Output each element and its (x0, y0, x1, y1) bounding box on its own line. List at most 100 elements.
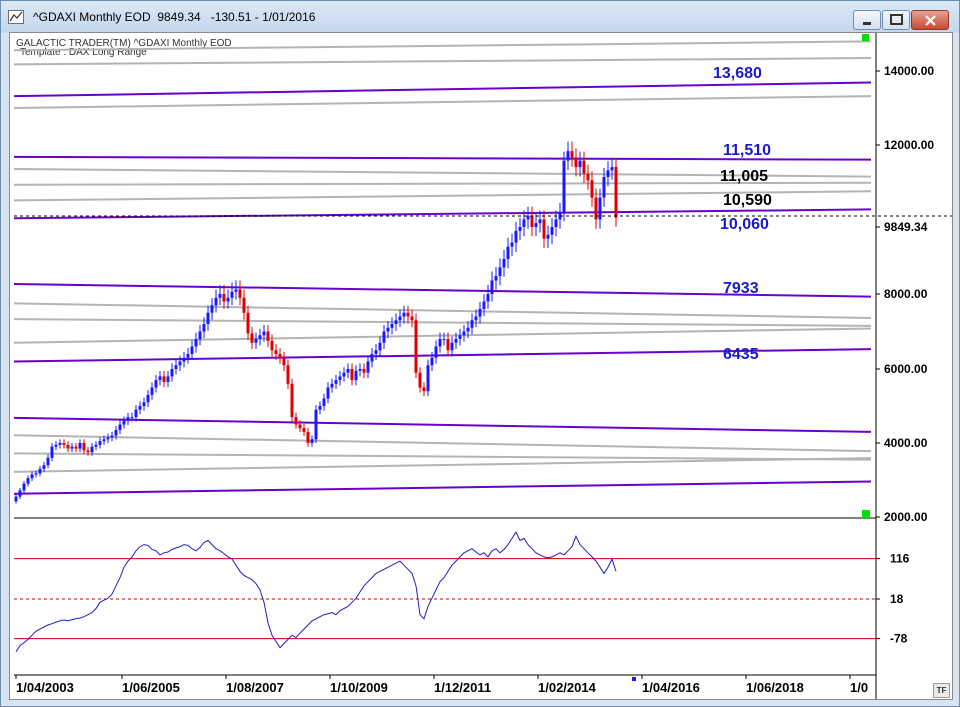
candle-body (174, 365, 178, 369)
candle-body (94, 444, 98, 447)
price-tick-label: 14000.00 (884, 64, 934, 78)
price-tick-label: 8000.00 (884, 287, 928, 301)
bottom-marker (862, 510, 870, 518)
candle-body (178, 361, 182, 366)
candle-body (402, 312, 406, 317)
candle-body (510, 242, 514, 247)
chart-canvas[interactable]: GALACTIC TRADER(TM) ^GDAXI Monthly EOD T… (10, 33, 955, 699)
candle-body (206, 312, 210, 324)
time-tick-label: 1/08/2007 (226, 680, 284, 695)
maximize-button[interactable] (882, 10, 910, 30)
candle-body (614, 167, 618, 218)
candle-body (262, 331, 266, 336)
candle-body (354, 370, 358, 381)
candle-body (162, 376, 166, 382)
level-label: 10,590 (723, 192, 772, 209)
candle-body (122, 420, 126, 425)
candle-body (330, 383, 334, 388)
candle-body (30, 474, 34, 479)
candle-body (394, 320, 398, 324)
candle-body (578, 160, 582, 168)
candle-body (74, 446, 78, 449)
candle-body (134, 409, 138, 418)
candle-body (310, 439, 314, 443)
candle-body (442, 339, 446, 340)
candle-body (150, 387, 154, 395)
candle-body (482, 301, 486, 309)
candle-body (350, 369, 354, 381)
candle-body (50, 446, 54, 458)
candle-body (454, 339, 458, 343)
candle-body (458, 335, 462, 339)
candle-body (286, 365, 290, 384)
current-time-marker (632, 677, 636, 681)
minimize-button[interactable] (853, 10, 881, 30)
time-tick-label: 1/06/2018 (746, 680, 804, 695)
price-tick-label: 4000.00 (884, 436, 928, 450)
time-tick-label: 1/02/2014 (538, 680, 597, 695)
candle-body (494, 276, 498, 281)
time-tick-label: 1/10/2009 (330, 680, 388, 695)
candle-body (54, 444, 58, 447)
candle-body (530, 215, 534, 228)
minimize-icon (863, 22, 871, 25)
candle-body (590, 180, 594, 198)
candle-body (102, 439, 106, 442)
candle-body (422, 387, 426, 392)
candle-body (566, 151, 570, 161)
candle-body (114, 430, 118, 436)
candle-body (478, 309, 482, 317)
candle-body (170, 369, 174, 377)
candle-body (382, 331, 386, 343)
candle-body (246, 312, 250, 334)
time-tick-label: 1/12/2011 (434, 680, 491, 695)
candle-body (242, 297, 246, 313)
candle-body (62, 443, 66, 445)
candle-body (218, 294, 222, 298)
candle-body (358, 369, 362, 371)
candle-body (274, 350, 278, 354)
candle-body (606, 170, 610, 177)
candle-body (298, 424, 302, 429)
candle-body (406, 312, 410, 317)
candle-body (254, 339, 258, 343)
candle-body (334, 380, 338, 384)
candle-body (514, 230, 518, 243)
candle-body (146, 394, 150, 403)
candle-body (346, 369, 350, 373)
candle-body (546, 234, 550, 239)
candle-body (390, 324, 394, 328)
candle-body (318, 406, 322, 410)
candle-body (22, 483, 26, 491)
candle-body (306, 431, 310, 443)
candle-body (450, 342, 454, 351)
candle-body (98, 441, 102, 445)
candle-body (90, 446, 94, 453)
candle-body (282, 357, 286, 366)
candle-body (486, 294, 490, 302)
candle-body (446, 339, 450, 351)
level-label: 11,510 (723, 142, 771, 159)
timeframe-badge[interactable]: TF (933, 683, 950, 698)
maximize-icon (890, 14, 903, 25)
candle-body (386, 327, 390, 332)
candle-body (126, 417, 130, 421)
candle-body (534, 223, 538, 228)
chart-window: ^GDAXI Monthly EOD 9849.34 -130.51 - 1/0… (0, 0, 960, 707)
candle-body (202, 324, 206, 332)
title-bar[interactable]: ^GDAXI Monthly EOD 9849.34 -130.51 - 1/0… (1, 1, 959, 33)
candle-body (26, 478, 30, 484)
candle-body (258, 335, 262, 339)
candle-body (194, 339, 198, 347)
candle-body (250, 333, 254, 343)
candle-body (222, 294, 226, 302)
time-tick-label: 1/04/2003 (16, 680, 74, 695)
candle-body (438, 339, 442, 347)
candle-body (14, 496, 18, 502)
chart-app-icon[interactable] (8, 10, 24, 24)
close-button[interactable] (911, 10, 949, 30)
candle-body (214, 297, 218, 306)
candle-body (86, 450, 90, 453)
candle-body (466, 327, 470, 332)
candle-body (498, 267, 502, 277)
